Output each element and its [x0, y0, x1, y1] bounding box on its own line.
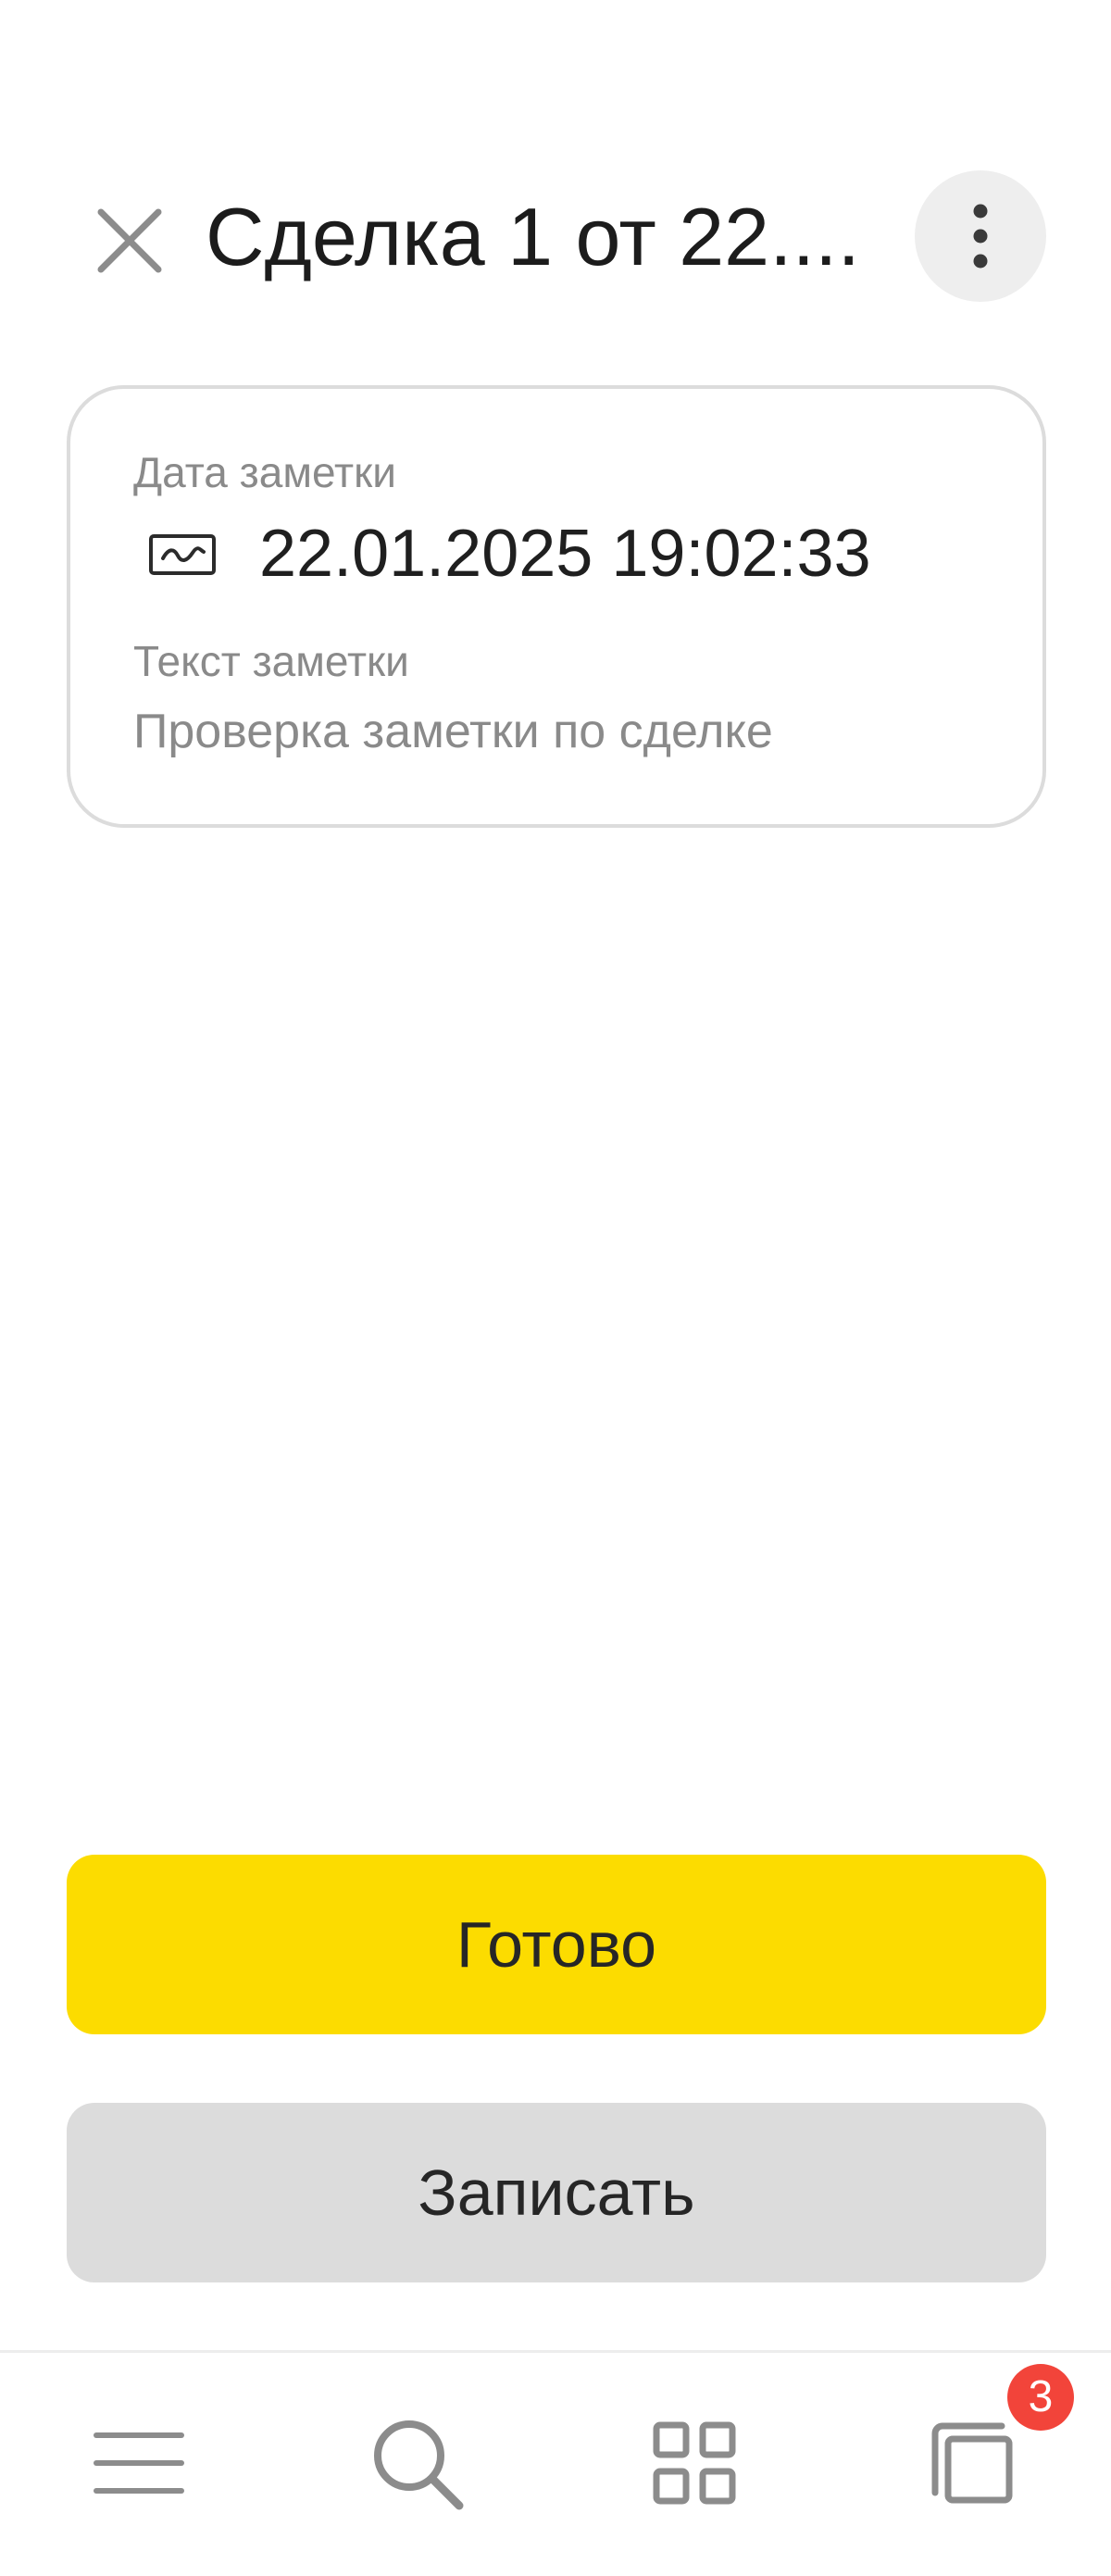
apps-grid-icon [653, 2421, 736, 2505]
windows-icon [931, 2422, 1013, 2504]
done-button[interactable]: Готово [67, 1855, 1046, 2034]
more-vertical-icon [973, 204, 988, 269]
date-value: 22.01.2025 19:02:33 [259, 517, 871, 591]
close-icon [97, 208, 162, 273]
nav-apps-button[interactable] [639, 2407, 750, 2519]
note-text-value[interactable]: Проверка заметки по сделке [133, 700, 773, 763]
nav-windows-button[interactable] [917, 2407, 1028, 2519]
text-label: Текст заметки [133, 637, 409, 685]
date-label: Дата заметки [133, 448, 396, 496]
header: Сделка 1 от 22.... [0, 0, 1111, 352]
more-options-button[interactable] [915, 170, 1046, 302]
nav-menu-button[interactable] [83, 2407, 194, 2519]
nav-search-button[interactable] [361, 2407, 472, 2519]
search-icon [374, 2420, 464, 2510]
page-title: Сделка 1 от 22.... [206, 191, 860, 282]
menu-icon [94, 2432, 184, 2494]
windows-count-badge: 3 [1007, 2364, 1074, 2431]
date-field[interactable]: 22.01.2025 19:02:33 [148, 507, 981, 600]
save-button[interactable]: Записать [67, 2103, 1046, 2282]
note-card: Дата заметки 22.01.2025 19:02:33 Текст з… [67, 385, 1046, 828]
bottom-nav-divider [0, 2350, 1111, 2353]
close-button[interactable] [83, 194, 176, 287]
signature-icon [149, 534, 216, 575]
note-form-screen: Сделка 1 от 22.... Дата заметки 22.01.20… [0, 0, 1111, 2576]
